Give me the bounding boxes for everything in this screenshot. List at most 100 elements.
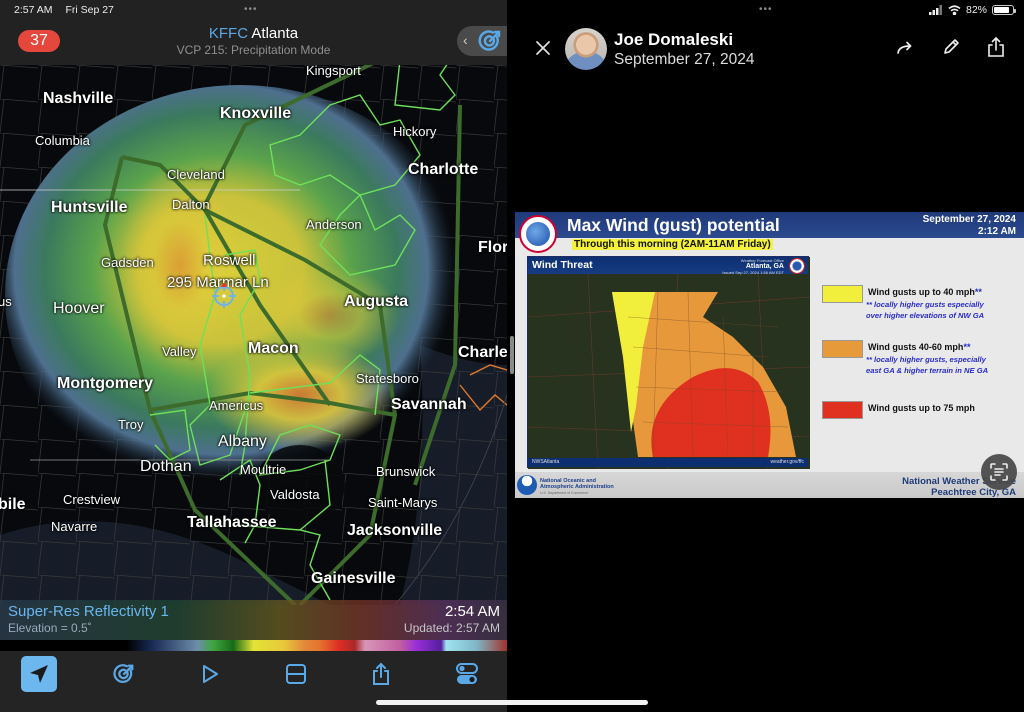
location-arrow-icon: [30, 665, 48, 683]
legend-note-line: ** locally higher gusts especially: [866, 300, 984, 309]
radar-nav-bar: 37 KFFC Atlanta VCP 215: Precipitation M…: [0, 18, 507, 65]
map-label: Augusta: [344, 293, 408, 310]
radar-icon: [113, 664, 134, 683]
graphic-date: September 27, 2024 2:12 AM: [923, 214, 1016, 238]
nws-seal-icon: [789, 258, 805, 274]
status-time: 2:57 AM: [14, 4, 53, 16]
location-button[interactable]: [21, 656, 57, 692]
radar-map[interactable]: Kingsport Nashville Knoxville Hickory Co…: [0, 65, 507, 605]
map-label: Crestview: [63, 492, 121, 507]
share-icon: [988, 36, 1004, 57]
legend-note-line: over higher elevations of NW GA: [866, 311, 985, 320]
edit-button[interactable]: [941, 37, 961, 62]
forward-arrow-icon: [897, 41, 912, 54]
multitask-handle-right[interactable]: •••: [759, 4, 773, 15]
georgia-threat-map: [528, 257, 810, 469]
wifi-icon: [948, 5, 961, 15]
home-indicator[interactable]: [376, 700, 648, 705]
nws-wind-graphic[interactable]: Max Wind (gust) potential September 27, …: [515, 212, 1024, 498]
share-button[interactable]: [363, 656, 399, 692]
map-label: Jacksonville: [347, 522, 443, 539]
map-label: Moultrie: [240, 462, 287, 477]
author-name: Joe Domaleski: [614, 30, 734, 49]
post-date: September 27, 2024: [614, 51, 755, 68]
split-view-divider-handle[interactable]: [510, 336, 514, 374]
author-avatar[interactable]: [565, 28, 607, 70]
map-label: Anderson: [306, 217, 362, 232]
map-label: Roswell: [203, 252, 256, 269]
graphic-subtitle: Through this morning (2AM-11AM Friday): [572, 239, 773, 250]
map-label: Gadsden: [101, 255, 154, 270]
map-label: Kingsport: [306, 65, 361, 78]
product-info-bar[interactable]: Super-Res Reflectivity 1 Elevation = 0.5…: [0, 600, 507, 640]
share-button-viewer[interactable]: [986, 36, 1006, 63]
noaa-text: National Oceanic and Atmospheric Adminis…: [540, 478, 614, 496]
radar-sites-button[interactable]: [106, 656, 142, 692]
play-loop-button[interactable]: [192, 656, 228, 692]
forward-button[interactable]: [895, 38, 915, 63]
split-layout-button[interactable]: [278, 656, 314, 692]
updated-time: Updated: 2:57 AM: [403, 621, 500, 635]
play-icon: [203, 665, 218, 683]
radar-drawer-button[interactable]: ‹: [457, 26, 507, 56]
issued-time: Issued Sep 27, 2024 1:56 AM EDT: [722, 270, 784, 275]
station-code: KFFC: [208, 25, 249, 42]
social-handle: NWSAtlanta: [532, 459, 560, 465]
cellular-signal-icon: [928, 5, 942, 15]
live-text-button[interactable]: [981, 454, 1017, 490]
close-button[interactable]: [535, 38, 551, 60]
map-label: Charle: [458, 344, 507, 361]
map-label: Albany: [218, 433, 267, 450]
legend-label-text: Wind gusts up to 40 mph: [868, 287, 975, 297]
product-name[interactable]: Super-Res Reflectivity 1: [8, 603, 169, 620]
nws-logo-icon: [519, 215, 557, 253]
legend-note: ** locally higher gusts especially over h…: [866, 299, 984, 321]
close-icon: [536, 41, 550, 55]
map-label: Valdosta: [270, 487, 320, 502]
radar-icon: [478, 30, 501, 51]
legend-label-text: Wind gusts 40-60 mph: [868, 342, 964, 352]
map-label: Nashville: [43, 90, 114, 107]
map-label: Huntsville: [51, 199, 128, 216]
legend-note-line: east GA & higher terrain in NE GA: [866, 366, 989, 375]
station-name: Atlanta: [251, 25, 299, 42]
map-label: Dothan: [140, 458, 192, 475]
map-label: bile: [0, 496, 26, 513]
map-label: Hoover: [53, 300, 105, 317]
current-location-crosshair-icon[interactable]: [211, 283, 237, 309]
battery-icon: [992, 5, 1016, 15]
map-label: Flor: [478, 239, 507, 256]
multitask-handle[interactable]: •••: [244, 4, 258, 15]
pencil-icon: [944, 39, 959, 54]
map-label: Charlotte: [408, 161, 479, 178]
map-office: Weather Forecast Office Atlanta, GA Issu…: [722, 258, 784, 275]
chevron-left-icon: ‹: [463, 32, 468, 48]
map-label: Americus: [209, 398, 264, 413]
map-footer: NWSAtlanta weather.gov/ffc: [528, 458, 808, 467]
reflectivity-color-scale: [0, 640, 507, 651]
website: weather.gov/ffc: [770, 459, 804, 465]
legend-asterisk: **: [963, 342, 971, 352]
settings-toggles-button[interactable]: [449, 656, 485, 692]
graphic-footer: National Oceanic and Atmospheric Adminis…: [515, 472, 1024, 498]
office-name: Atlanta, GA: [745, 263, 784, 270]
station-title[interactable]: KFFC Atlanta VCP 215: Precipitation Mode: [0, 25, 507, 57]
live-text-icon: [990, 463, 1008, 481]
map-label: Montgomery: [57, 375, 153, 392]
map-label: Dalton: [172, 197, 210, 212]
split-layout-icon: [286, 664, 306, 684]
graphic-title: Max Wind (gust) potential: [567, 215, 780, 235]
legend-note: ** locally higher gusts, especially east …: [866, 354, 988, 376]
battery-level: [994, 7, 1009, 13]
map-label: us: [0, 294, 12, 309]
map-label: Navarre: [51, 519, 98, 534]
map-label: Troy: [118, 417, 144, 432]
map-label: Cleveland: [167, 167, 225, 182]
toggles-icon: [456, 663, 478, 684]
graphic-time-text: 2:12 AM: [978, 226, 1016, 237]
noaa-line: U.S. Department of Commerce: [540, 491, 589, 495]
legend-label-text: Wind gusts up to 75 mph: [868, 403, 975, 413]
noaa-logo-icon: [517, 475, 537, 495]
map-label: Columbia: [35, 133, 90, 148]
map-header: Wind Threat Weather Forecast Office Atla…: [528, 257, 808, 275]
